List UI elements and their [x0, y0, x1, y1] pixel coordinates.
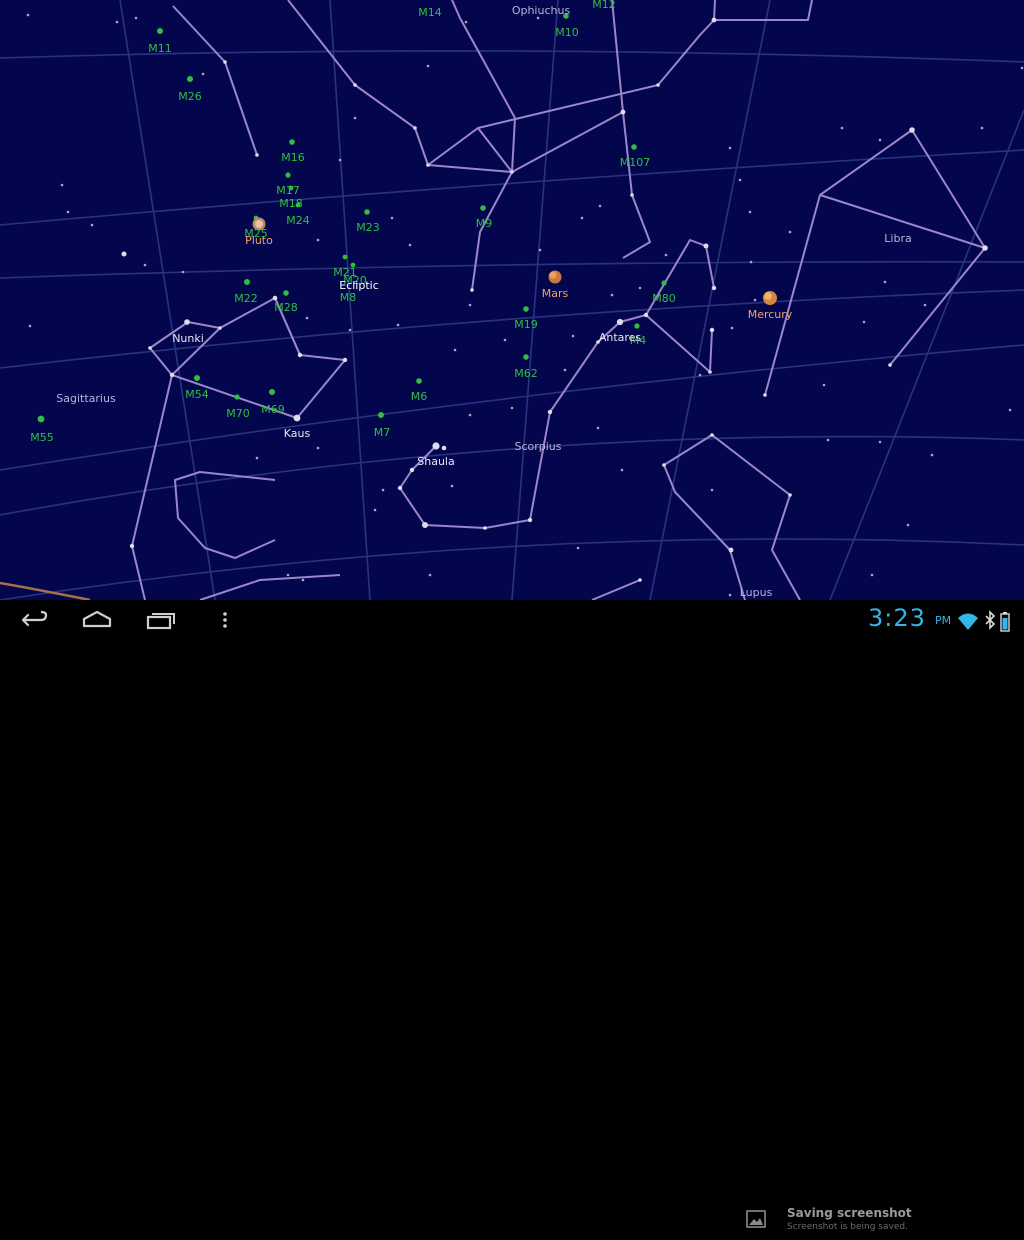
messier-label[interactable]: M6 [411, 390, 428, 403]
ecliptic-label: Ecliptic [339, 279, 379, 292]
messier-label[interactable]: M107 [620, 156, 651, 169]
messier-label[interactable]: M8 [340, 291, 357, 304]
sky-labels: M14 M12 M10 M11 M26 M16 M17 M18 M24 M25 … [30, 0, 911, 599]
home-icon [82, 610, 112, 628]
notification-subtitle: Screenshot is being saved. [787, 1222, 908, 1232]
constellation-label-lupus[interactable]: Lupus [740, 586, 773, 599]
messier-label[interactable]: M28 [274, 301, 298, 314]
messier-label[interactable]: M19 [514, 318, 538, 331]
wifi-icon [958, 613, 978, 630]
messier-label[interactable]: M69 [261, 403, 285, 416]
battery-icon [1000, 612, 1010, 632]
messier-label[interactable]: M16 [281, 151, 305, 164]
messier-label[interactable]: M17 [276, 184, 300, 197]
menu-button[interactable] [212, 600, 238, 640]
messier-label[interactable]: M26 [178, 90, 202, 103]
messier-label[interactable]: M80 [652, 292, 676, 305]
star-label-shaula[interactable]: Shaula [417, 455, 454, 468]
messier-label[interactable]: M24 [286, 214, 310, 227]
overflow-menu-icon [223, 612, 227, 628]
messier-label[interactable]: M14 [418, 6, 442, 19]
back-icon [21, 610, 48, 627]
background-stars [26, 13, 1024, 597]
messier-label[interactable]: M10 [555, 26, 579, 39]
bluetooth-icon [985, 610, 996, 630]
notification-title: Saving screenshot [787, 1206, 912, 1220]
home-button[interactable] [74, 600, 120, 640]
coordinate-grid [0, 0, 1024, 600]
constellation-label-sagittarius[interactable]: Sagittarius [56, 392, 116, 405]
recent-apps-icon [146, 613, 175, 630]
constellation-label-ophiuchus[interactable]: Ophiuchus [512, 4, 571, 17]
planet-mars-marker[interactable] [548, 270, 562, 284]
planet-label-pluto[interactable]: Pluto [245, 234, 273, 247]
image-icon [746, 1210, 766, 1228]
messier-label[interactable]: M70 [226, 407, 250, 420]
planet-mercury-marker[interactable] [763, 291, 777, 305]
star-label-nunki[interactable]: Nunki [172, 332, 204, 345]
messier-label[interactable]: M22 [234, 292, 258, 305]
clock-time[interactable]: 3:23 [868, 604, 926, 632]
messier-label[interactable]: M9 [476, 217, 493, 230]
messier-label[interactable]: M55 [30, 431, 54, 444]
constellation-lines [131, 0, 986, 600]
back-button[interactable] [10, 600, 56, 640]
messier-label[interactable]: M18 [279, 197, 303, 210]
sky-map-canvas[interactable]: M14 M12 M10 M11 M26 M16 M17 M18 M24 M25 … [0, 0, 1024, 600]
planet-label-mercury[interactable]: Mercury [748, 308, 793, 321]
messier-label[interactable]: M54 [185, 388, 209, 401]
messier-label[interactable]: M12 [592, 0, 616, 11]
star-label-antares[interactable]: Antares [599, 331, 642, 344]
sky-map-view[interactable]: M14 M12 M10 M11 M26 M16 M17 M18 M24 M25 … [0, 0, 1024, 600]
constellation-label-scorpius[interactable]: Scorpius [514, 440, 561, 453]
star-label-kaus[interactable]: Kaus [284, 427, 311, 440]
constellation-label-libra[interactable]: Libra [884, 232, 911, 245]
screenshot-notification[interactable]: Saving screenshot Screenshot is being sa… [738, 1200, 1024, 1240]
messier-label[interactable]: M62 [514, 367, 538, 380]
planet-label-mars[interactable]: Mars [542, 287, 569, 300]
recent-apps-button[interactable] [138, 600, 184, 640]
messier-label[interactable]: M7 [374, 426, 391, 439]
clock-ampm: PM [935, 614, 952, 627]
status-icons[interactable] [956, 610, 1022, 632]
messier-label[interactable]: M23 [356, 221, 380, 234]
app-root: M14 M12 M10 M11 M26 M16 M17 M18 M24 M25 … [0, 0, 1024, 1232]
messier-label[interactable]: M11 [148, 42, 172, 55]
